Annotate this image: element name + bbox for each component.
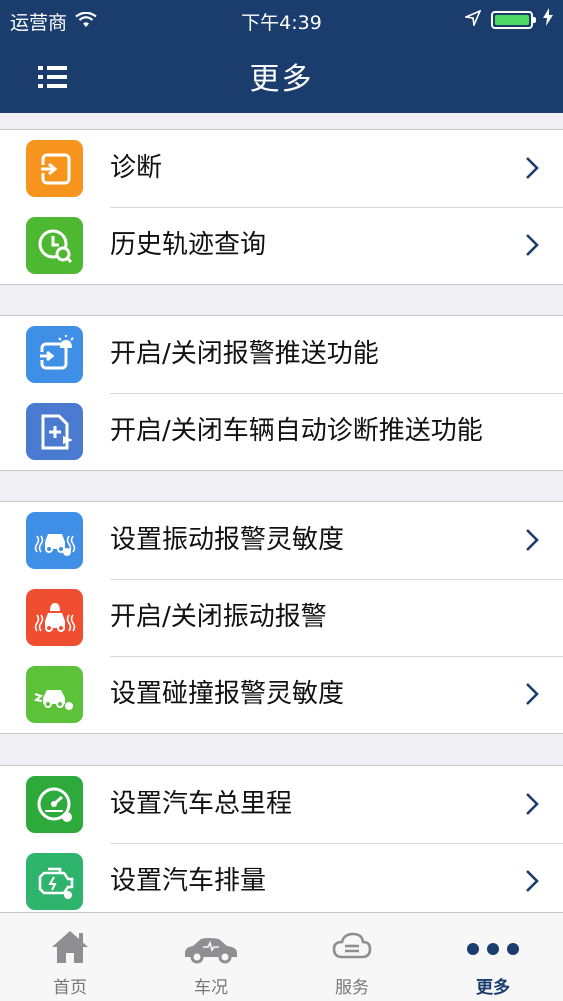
chevron-right-icon <box>526 157 539 179</box>
menu-item-label: 开启/关闭报警推送功能 <box>110 339 379 369</box>
tab-label: 车况 <box>194 978 228 998</box>
menu-item-vibration-alarm[interactable]: 开启/关闭振动报警 <box>0 579 563 656</box>
menu-item-vibration-sensitivity[interactable]: 设置振动报警灵敏度 <box>0 502 563 579</box>
tab-home[interactable]: 首页 <box>0 913 140 1001</box>
tab-label: 服务 <box>335 978 369 998</box>
menu-item-label: 设置振动报警灵敏度 <box>110 525 345 555</box>
menu-item-mileage[interactable]: 设置汽车总里程 <box>0 766 563 843</box>
diagnose-icon <box>26 140 83 197</box>
chevron-right-icon <box>526 234 539 256</box>
menu-item-collision-sensitivity[interactable]: 设置碰撞报警灵敏度 <box>0 656 563 733</box>
status-bar: 运营商 下午4:39 <box>0 0 563 40</box>
page-title: 更多 <box>249 62 314 97</box>
menu-group-diagnostics: 诊断 历史轨迹查询 <box>0 129 563 285</box>
battery-icon <box>491 10 536 29</box>
chevron-right-icon <box>526 529 539 551</box>
chevron-right-icon <box>526 870 539 892</box>
menu-item-label: 开启/关闭振动报警 <box>110 602 327 632</box>
menu-group-push: 开启/关闭报警推送功能 开启/关闭车辆自动诊断推送功能 <box>0 315 563 471</box>
menu-group-vehicle-settings: 设置汽车总里程 设置汽车排量 <box>0 765 563 920</box>
alarm-push-icon <box>26 326 83 383</box>
menu-item-label: 设置碰撞报警灵敏度 <box>110 679 345 709</box>
menu-item-engine-displacement[interactable]: 设置汽车排量 <box>0 843 563 920</box>
menu-item-diagnose[interactable]: 诊断 <box>0 130 563 207</box>
nav-bar: 更多 <box>0 40 563 113</box>
car-status-icon <box>185 938 237 964</box>
tab-bar: 首页 车况 服务 更多 <box>0 912 563 1001</box>
tab-label: 首页 <box>53 978 87 998</box>
tab-more[interactable]: 更多 <box>423 913 563 1001</box>
charging-bolt-icon <box>543 8 553 31</box>
menu-group-vibration: 设置振动报警灵敏度 开启/关闭振动报警 设置碰撞报警灵敏度 <box>0 501 563 734</box>
menu-item-label: 开启/关闭车辆自动诊断推送功能 <box>110 416 483 446</box>
menu-item-label: 历史轨迹查询 <box>110 230 267 260</box>
mileage-icon <box>26 776 83 833</box>
engine-displacement-icon <box>26 853 83 910</box>
tab-service[interactable]: 服务 <box>282 913 422 1001</box>
history-track-icon <box>26 217 83 274</box>
tab-car-status[interactable]: 车况 <box>141 913 281 1001</box>
menu-item-history-track[interactable]: 历史轨迹查询 <box>0 207 563 284</box>
chevron-right-icon <box>526 683 539 705</box>
vibration-sensitivity-icon <box>26 512 83 569</box>
tab-label: 更多 <box>476 978 510 998</box>
service-icon <box>332 932 372 959</box>
menu-item-label: 诊断 <box>110 153 163 183</box>
menu-item-alarm-push[interactable]: 开启/关闭报警推送功能 <box>0 316 563 393</box>
location-arrow-icon <box>463 8 482 31</box>
menu-item-label: 设置汽车总里程 <box>110 789 293 819</box>
auto-diagnose-push-icon <box>26 403 83 460</box>
menu-item-auto-diagnose-push[interactable]: 开启/关闭车辆自动诊断推送功能 <box>0 393 563 470</box>
home-icon <box>52 931 88 963</box>
vibration-alarm-icon <box>26 589 83 646</box>
collision-sensitivity-icon <box>26 666 83 723</box>
chevron-right-icon <box>526 793 539 815</box>
menu-item-label: 设置汽车排量 <box>110 866 267 896</box>
more-icon <box>467 943 519 955</box>
